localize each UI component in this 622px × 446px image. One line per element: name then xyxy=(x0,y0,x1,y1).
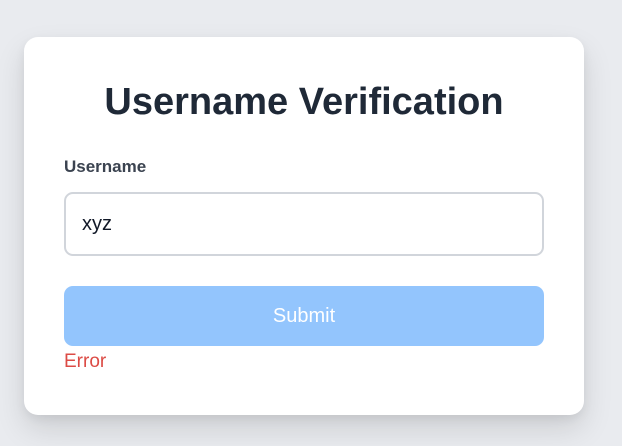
verification-card: Username Verification Username Submit Er… xyxy=(24,37,584,415)
submit-button[interactable]: Submit xyxy=(64,286,544,346)
username-input[interactable] xyxy=(64,192,544,256)
username-label: Username xyxy=(64,157,147,176)
page-title: Username Verification xyxy=(104,81,504,123)
error-message: Error xyxy=(64,351,107,372)
